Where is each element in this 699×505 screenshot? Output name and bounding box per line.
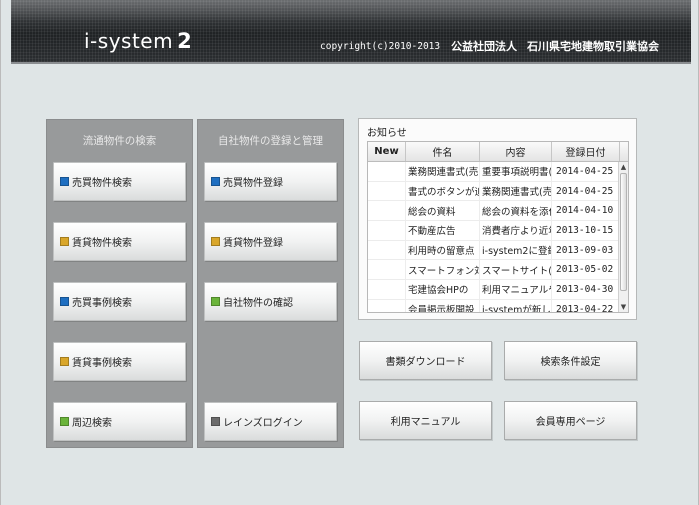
app-name: i-system	[84, 29, 174, 53]
scroll-down-arrow-icon[interactable]: ▼	[619, 302, 628, 312]
rental-case-search-button[interactable]: 賃貸事例検索	[53, 342, 186, 381]
green-square-icon	[60, 417, 69, 426]
cell-content: 業務関連書式(売	[480, 181, 552, 201]
table-row[interactable]: 不動産広告 消費者庁より近年 2013-10-15	[368, 221, 628, 241]
org-name: 石川県宅地建物取引業協会	[527, 40, 659, 53]
organization-name: 公益社団法人 石川県宅地建物取引業協会	[451, 38, 669, 54]
yellow-square-icon	[211, 237, 220, 246]
news-title: お知らせ	[367, 128, 407, 139]
copyright-text: copyright(c)2010-2013	[320, 41, 441, 52]
blue-square-icon	[211, 177, 220, 186]
button-label: レインズログイン	[223, 418, 303, 429]
user-manual-button[interactable]: 利用マニュアル	[359, 401, 492, 440]
cell-new	[368, 201, 406, 221]
search-settings-button[interactable]: 検索条件設定	[504, 341, 637, 380]
cell-date: 2014-04-25	[552, 181, 620, 201]
news-table-header: New 件名 内容 登録日付	[368, 142, 628, 162]
register-panel: 自社物件の登録と管理 売買物件登録 賃貸物件登録 自社物件の確認 レインズログイ…	[197, 119, 344, 448]
button-label: 売買物件登録	[223, 178, 283, 189]
column-header-date[interactable]: 登録日付	[552, 142, 620, 161]
cell-date: 2013-10-15	[552, 221, 620, 240]
cell-new	[368, 221, 406, 240]
cell-date: 2013-04-22	[552, 299, 620, 312]
news-scrollbar[interactable]: ▲ ▼	[618, 162, 628, 312]
cell-content: 重要事項説明書(	[480, 162, 552, 181]
cell-name: 書式のボタンが追	[406, 181, 480, 201]
button-label: 自社物件の確認	[223, 298, 293, 309]
table-row[interactable]: 利用時の留意点 i-system2に登録 2013-09-03	[368, 240, 628, 261]
scroll-up-arrow-icon[interactable]: ▲	[619, 162, 628, 172]
green-square-icon	[211, 297, 220, 306]
yellow-square-icon	[60, 237, 69, 246]
scroll-thumb[interactable]	[620, 173, 627, 291]
register-panel-title: 自社物件の登録と管理	[218, 135, 323, 147]
button-label: 賃貸物件検索	[72, 238, 132, 249]
table-row[interactable]: 書式のボタンが追 業務関連書式(売 2014-04-25	[368, 181, 628, 202]
column-header-content[interactable]: 内容	[480, 142, 552, 161]
sale-case-search-button[interactable]: 売買事例検索	[53, 282, 186, 321]
own-property-check-button[interactable]: 自社物件の確認	[204, 282, 337, 321]
cell-name: 会員掲示板開設	[406, 299, 480, 312]
column-header-name[interactable]: 件名	[406, 142, 480, 161]
cell-content: i-systemが新しく	[480, 299, 552, 312]
table-row[interactable]: スマートフォン対応 スマートサイト( 2013-05-02	[368, 260, 628, 281]
table-row[interactable]: 業務関連書式(売 重要事項説明書( 2014-04-25	[368, 162, 628, 182]
cell-name: 総会の資料	[406, 201, 480, 221]
cell-new	[368, 181, 406, 201]
cell-new	[368, 280, 406, 299]
cell-date: 2014-04-25	[552, 162, 620, 181]
button-label: 売買事例検索	[72, 298, 132, 309]
news-table: New 件名 内容 登録日付 業務関連書式(売 重要事項説明書( 2014-04…	[367, 141, 629, 313]
header-shine	[11, 0, 691, 22]
table-row[interactable]: 宅建協会HPの 利用マニュアルや 2013-04-30	[368, 280, 628, 300]
sale-property-search-button[interactable]: 売買物件検索	[53, 162, 186, 201]
sale-property-register-button[interactable]: 売買物件登録	[204, 162, 337, 201]
header-bar: i-system 2 copyright(c)2010-2013 公益社団法人 石川…	[11, 0, 691, 64]
cell-name: 業務関連書式(売	[406, 162, 480, 181]
cell-new	[368, 260, 406, 280]
area-search-button[interactable]: 周辺検索	[53, 402, 186, 441]
rental-property-search-button[interactable]: 賃貸物件検索	[53, 222, 186, 261]
cell-name: スマートフォン対応	[406, 260, 480, 280]
cell-content: 総会の資料を添付	[480, 201, 552, 221]
button-label: 周辺検索	[72, 418, 112, 429]
yellow-square-icon	[60, 357, 69, 366]
org-type: 公益社団法人	[451, 40, 517, 53]
column-header-new[interactable]: New	[368, 142, 406, 161]
table-row[interactable]: 総会の資料 総会の資料を添付 2014-04-10	[368, 201, 628, 222]
members-page-button[interactable]: 会員専用ページ	[504, 401, 637, 440]
button-label: 賃貸物件登録	[223, 238, 283, 249]
document-download-button[interactable]: 書類ダウンロード	[359, 341, 492, 380]
cell-content: i-system2に登録	[480, 240, 552, 260]
button-label: 賃貸事例検索	[72, 358, 132, 369]
search-panel-title: 流通物件の検索	[82, 135, 157, 147]
cell-new	[368, 240, 406, 260]
blue-square-icon	[60, 177, 69, 186]
rental-property-register-button[interactable]: 賃貸物件登録	[204, 222, 337, 261]
cell-name: 宅建協会HPの	[406, 280, 480, 299]
cell-date: 2014-04-10	[552, 201, 620, 221]
button-label: 売買物件検索	[72, 178, 132, 189]
cell-date: 2013-04-30	[552, 280, 620, 299]
cell-name: 利用時の留意点	[406, 240, 480, 260]
cell-date: 2013-09-03	[552, 240, 620, 260]
reins-login-button[interactable]: レインズログイン	[204, 402, 337, 441]
cell-content: 利用マニュアルや	[480, 280, 552, 299]
cell-content: 消費者庁より近年	[480, 221, 552, 240]
news-box: お知らせ New 件名 内容 登録日付 業務関連書式(売 重要事項説明書( 20…	[358, 118, 637, 320]
app-logo[interactable]: i-system 2	[84, 29, 192, 53]
cell-content: スマートサイト(	[480, 260, 552, 280]
cell-date: 2013-05-02	[552, 260, 620, 280]
search-panel: 流通物件の検索 売買物件検索 賃貸物件検索 売買事例検索 賃貸事例検索 周辺検索	[46, 119, 193, 448]
app-version: 2	[177, 29, 193, 53]
cell-name: 不動産広告	[406, 221, 480, 240]
table-row[interactable]: 会員掲示板開設 i-systemが新しく 2013-04-22	[368, 299, 628, 312]
cell-new	[368, 299, 406, 312]
cell-new	[368, 162, 406, 181]
blue-square-icon	[60, 297, 69, 306]
gray-square-icon	[211, 417, 220, 426]
